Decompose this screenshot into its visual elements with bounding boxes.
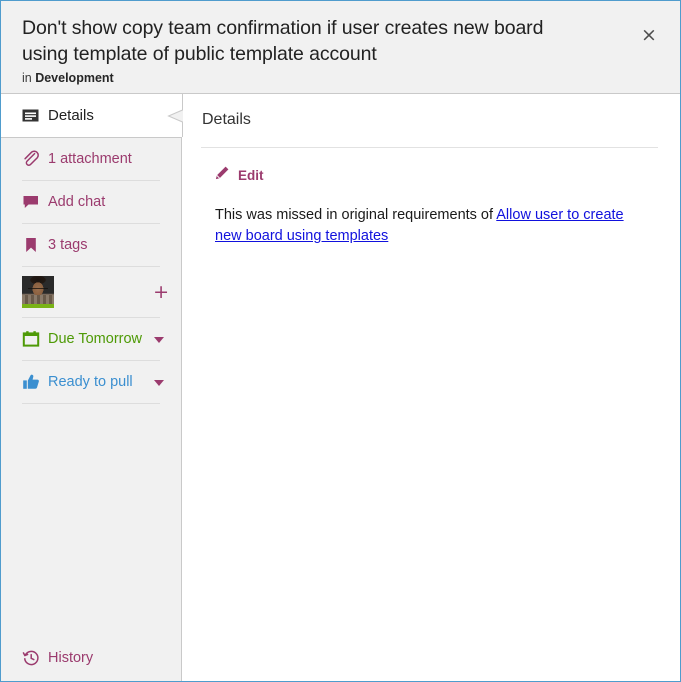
sidebar-item-details-label: Details [48, 107, 94, 124]
breadcrumb-prefix: in [22, 71, 36, 85]
sidebar-item-history-label: History [48, 650, 94, 666]
board-breadcrumb: in Development [22, 71, 620, 85]
history-clock-icon [22, 649, 48, 667]
chevron-down-icon[interactable] [154, 337, 164, 343]
chevron-down-icon[interactable] [154, 380, 164, 386]
calendar-icon [22, 330, 48, 348]
sidebar-item-add-chat-label: Add chat [48, 194, 106, 210]
divider [201, 147, 658, 148]
tag-bookmark-icon [22, 236, 48, 254]
edit-button[interactable]: Edit [214, 165, 264, 186]
paperclip-icon [22, 150, 48, 168]
sidebar-item-add-chat[interactable]: Add chat [1, 181, 181, 223]
breadcrumb-board-name: Development [35, 71, 114, 85]
sidebar-item-due-date[interactable]: Due Tomorrow [1, 318, 181, 360]
sidebar-item-attachments-label: 1 attachment [48, 151, 132, 167]
card-body: Details 1 attachment Add chat 3 tags + D… [1, 94, 680, 681]
sidebar-item-tags-label: 3 tags [48, 237, 88, 253]
pencil-icon [214, 165, 230, 186]
sidebar-item-card-state[interactable]: Ready to pull [1, 361, 181, 403]
sidebar-members-row[interactable]: + [1, 267, 181, 317]
card-header: Don't show copy team confirmation if use… [1, 1, 680, 94]
add-member-button[interactable]: + [153, 283, 169, 302]
sidebar-item-history[interactable]: History [1, 635, 181, 681]
card-sidebar: Details 1 attachment Add chat 3 tags + D… [1, 94, 183, 681]
member-avatar[interactable] [22, 276, 54, 308]
details-body-text: This was missed in original requirements… [215, 205, 645, 247]
avatar-glasses [28, 288, 48, 293]
close-icon[interactable]: × [637, 23, 661, 47]
details-panel: Details Edit This was missed in original… [182, 94, 680, 681]
thumbs-up-icon [22, 373, 48, 391]
sidebar-item-details[interactable]: Details [1, 94, 183, 138]
details-panel-heading: Details [202, 111, 251, 128]
sidebar-item-due-date-label: Due Tomorrow [48, 331, 143, 347]
card-detail-window: Don't show copy team confirmation if use… [0, 0, 681, 682]
edit-button-label: Edit [238, 168, 264, 183]
details-icon [22, 107, 48, 124]
active-tab-notch [161, 94, 183, 137]
details-body-prefix: This was missed in original requirements… [215, 207, 497, 223]
sidebar-item-attachments[interactable]: 1 attachment [1, 138, 181, 180]
sidebar-item-tags[interactable]: 3 tags [1, 224, 181, 266]
page-title: Don't show copy team confirmation if use… [22, 17, 544, 65]
sidebar-item-card-state-label: Ready to pull [48, 374, 133, 390]
chat-bubble-icon [22, 193, 48, 211]
avatar-status-bar [22, 304, 54, 308]
